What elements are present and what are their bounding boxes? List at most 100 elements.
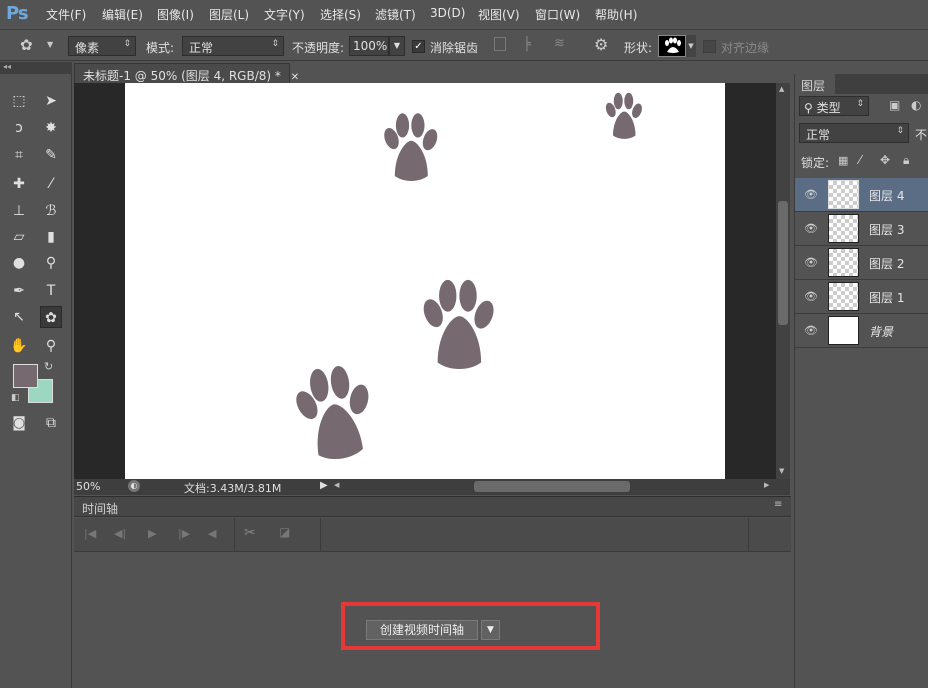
menu-window[interactable]: 窗口(W) bbox=[535, 6, 580, 23]
lock-position-icon[interactable]: ✥ bbox=[880, 153, 890, 167]
layer-row-background[interactable]: 👁︎ 背景 bbox=[795, 314, 928, 348]
type-tool-icon[interactable]: T bbox=[40, 280, 62, 302]
layer-filter-dropdown[interactable]: ⚲ 类型 ⇕ bbox=[799, 96, 869, 116]
adjustment-filter-icon[interactable]: ◐ bbox=[911, 98, 921, 112]
opacity-dropdown-arrow-icon[interactable]: ▼ bbox=[389, 36, 405, 56]
canvas[interactable] bbox=[125, 83, 725, 479]
vertical-scrollbar[interactable]: ▲ ▼ bbox=[776, 83, 790, 479]
canvas-artwork bbox=[288, 92, 644, 465]
menu-image[interactable]: 图像(I) bbox=[157, 6, 194, 23]
marquee-tool-icon[interactable]: ⬚ bbox=[8, 90, 30, 112]
menu-layer[interactable]: 图层(L) bbox=[209, 6, 249, 23]
eraser-tool-icon[interactable]: ▱ bbox=[8, 226, 30, 248]
move-tool-icon[interactable]: ➤ bbox=[40, 90, 62, 112]
layer-row-1[interactable]: 👁︎ 图层 1 bbox=[795, 280, 928, 314]
layers-tab[interactable]: 图层 bbox=[795, 74, 835, 94]
path-alignment-icon[interactable]: ╞ bbox=[523, 37, 531, 52]
menu-select[interactable]: 选择(S) bbox=[320, 6, 361, 23]
play-icon[interactable]: ▶ bbox=[148, 527, 156, 540]
shape-picker[interactable] bbox=[658, 35, 686, 57]
visibility-eye-icon[interactable]: 👁︎ bbox=[804, 188, 818, 201]
menu-view[interactable]: 视图(V) bbox=[478, 6, 520, 23]
blur-tool-icon[interactable]: ● bbox=[8, 252, 30, 274]
scroll-down-icon[interactable]: ▼ bbox=[779, 467, 784, 475]
default-colors-icon[interactable]: ◧ bbox=[11, 393, 20, 403]
zoom-tool-icon[interactable]: ⚲ bbox=[40, 335, 62, 357]
close-icon[interactable]: ✕ bbox=[291, 72, 299, 83]
blend-mode-dropdown[interactable]: 正常 ⇕ bbox=[799, 123, 909, 143]
layer-row-2[interactable]: 👁︎ 图层 2 bbox=[795, 246, 928, 280]
shape-dropdown-arrow-icon[interactable]: ▼ bbox=[686, 35, 696, 57]
scroll-left-icon[interactable]: ◀ bbox=[334, 481, 339, 489]
lock-all-icon[interactable]: 🔒︎ bbox=[903, 153, 909, 168]
dodge-tool-icon[interactable]: ⚲ bbox=[40, 252, 62, 274]
status-info-icon[interactable]: ◐ bbox=[128, 480, 140, 492]
crop-tool-icon[interactable]: ⌗ bbox=[8, 144, 30, 166]
quick-mask-icon[interactable]: ◙ bbox=[8, 412, 30, 434]
opacity-input[interactable]: 100% bbox=[349, 36, 389, 56]
timeline-tab[interactable]: 时间轴 bbox=[82, 500, 118, 517]
eyedropper-tool-icon[interactable]: ✎ bbox=[40, 144, 62, 166]
updown-icon: ⇕ bbox=[123, 39, 131, 49]
scroll-right-icon[interactable]: ▶ bbox=[764, 481, 769, 489]
status-menu-arrow-icon[interactable]: ▶ bbox=[320, 480, 328, 491]
custom-shape-tool-preset-icon[interactable]: ✿ bbox=[20, 36, 33, 54]
menu-type[interactable]: 文字(Y) bbox=[264, 6, 305, 23]
image-filter-icon[interactable]: ▣ bbox=[889, 98, 900, 112]
mode-dropdown[interactable]: 正常 ⇕ bbox=[182, 36, 284, 56]
menu-3d[interactable]: 3D(D) bbox=[430, 6, 465, 20]
path-selection-tool-icon[interactable]: ↖ bbox=[8, 306, 30, 328]
lock-transparency-icon[interactable]: ▦ bbox=[838, 154, 848, 167]
antialias-label: 消除锯齿 bbox=[430, 41, 479, 55]
next-frame-icon[interactable]: |▶ bbox=[178, 527, 190, 540]
menu-help[interactable]: 帮助(H) bbox=[595, 6, 637, 23]
preset-dropdown-arrow-icon[interactable]: ▼ bbox=[47, 40, 53, 49]
go-to-first-frame-icon[interactable]: |◀ bbox=[84, 527, 96, 540]
menu-file[interactable]: 文件(F) bbox=[46, 6, 86, 23]
foreground-color-swatch-front[interactable] bbox=[13, 364, 38, 388]
menu-bar: Ps 文件(F) 编辑(E) 图像(I) 图层(L) 文字(Y) 选择(S) 滤… bbox=[0, 0, 928, 30]
brush-tool-icon[interactable]: ⁄ bbox=[40, 173, 62, 195]
layer-row-4[interactable]: 👁︎ 图层 4 bbox=[795, 178, 928, 212]
menu-filter[interactable]: 滤镜(T) bbox=[375, 6, 416, 23]
layer-row-3[interactable]: 👁︎ 图层 3 bbox=[795, 212, 928, 246]
antialias-checkbox[interactable]: ✓ bbox=[412, 40, 425, 53]
custom-shape-tool-icon[interactable]: ✿ bbox=[40, 306, 62, 328]
pixel-mode-dropdown[interactable]: 像素 ⇕ bbox=[68, 36, 136, 56]
path-arrangement-icon[interactable]: ≋ bbox=[554, 36, 565, 51]
lock-brush-icon[interactable]: ⁄ bbox=[859, 153, 861, 167]
document-tab[interactable]: 未标题-1 @ 50% (图层 4, RGB/8) * ✕ bbox=[74, 63, 299, 83]
visibility-eye-icon[interactable]: 👁︎ bbox=[804, 222, 818, 235]
visibility-eye-icon[interactable]: 👁︎ bbox=[804, 290, 818, 303]
clone-stamp-tool-icon[interactable]: ⊥ bbox=[8, 200, 30, 222]
screen-mode-icon[interactable]: ⧉ bbox=[40, 412, 62, 434]
zoom-level[interactable]: 50% bbox=[76, 480, 100, 493]
path-operations-icon[interactable] bbox=[494, 37, 506, 51]
align-edges-checkbox[interactable] bbox=[703, 40, 716, 53]
lasso-tool-icon[interactable]: ↄ bbox=[8, 117, 30, 139]
audio-icon[interactable]: ◀ bbox=[208, 527, 216, 540]
panel-menu-icon[interactable]: ≡ bbox=[774, 499, 782, 510]
collapse-icon[interactable]: ◂◂ bbox=[0, 62, 72, 74]
layer-thumbnail bbox=[828, 180, 859, 209]
visibility-eye-icon[interactable]: 👁︎ bbox=[804, 256, 818, 269]
gear-icon[interactable]: ⚙ bbox=[594, 35, 608, 54]
layer-thumbnail bbox=[828, 214, 859, 243]
menu-edit[interactable]: 编辑(E) bbox=[102, 6, 143, 23]
magic-wand-tool-icon[interactable]: ✸ bbox=[40, 117, 62, 139]
scissors-icon[interactable]: ✂ bbox=[244, 525, 256, 541]
pen-tool-icon[interactable]: ✒ bbox=[8, 280, 30, 302]
hand-tool-icon[interactable]: ✋ bbox=[8, 335, 30, 357]
swap-colors-icon[interactable]: ↻ bbox=[44, 360, 53, 373]
mode-value: 正常 bbox=[189, 41, 214, 55]
history-brush-tool-icon[interactable]: ℬ bbox=[40, 200, 62, 222]
horizontal-scroll-thumb[interactable] bbox=[474, 481, 630, 492]
gradient-tool-icon[interactable]: ▮ bbox=[40, 226, 62, 248]
layer-thumbnail bbox=[828, 316, 859, 345]
visibility-eye-icon[interactable]: 👁︎ bbox=[804, 324, 818, 337]
scroll-up-icon[interactable]: ▲ bbox=[779, 85, 784, 93]
previous-frame-icon[interactable]: ◀| bbox=[114, 527, 126, 540]
healing-brush-tool-icon[interactable]: ✚ bbox=[8, 173, 30, 195]
transition-icon[interactable]: ◪ bbox=[279, 525, 290, 539]
vertical-scroll-thumb[interactable] bbox=[778, 201, 788, 325]
